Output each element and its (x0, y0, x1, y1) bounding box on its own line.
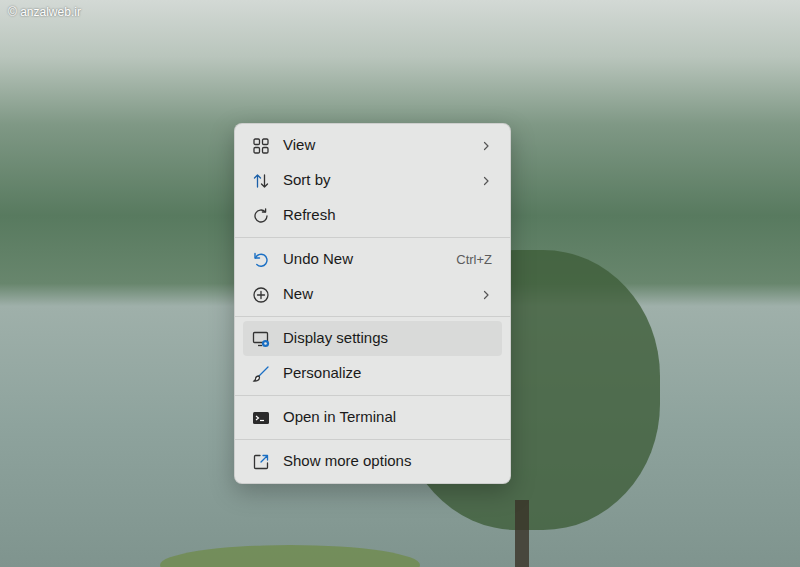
display-gear-icon (252, 330, 270, 348)
undo-icon (252, 251, 270, 269)
menu-item-label: Personalize (283, 362, 492, 385)
refresh-icon (252, 207, 270, 225)
brush-icon (252, 365, 270, 383)
menu-item-label: Refresh (283, 204, 492, 227)
menu-item[interactable]: Personalize (243, 356, 502, 391)
menu-item[interactable]: Refresh (243, 198, 502, 233)
menu-item[interactable]: View (243, 128, 502, 163)
menu-item-label: New (283, 283, 480, 306)
view-icon (252, 137, 270, 155)
menu-item-label: Open in Terminal (283, 406, 492, 429)
menu-separator (235, 237, 510, 238)
sort-icon (252, 172, 270, 190)
menu-item-label: Sort by (283, 169, 480, 192)
menu-separator (235, 439, 510, 440)
terminal-icon (252, 409, 270, 427)
menu-separator (235, 395, 510, 396)
new-icon (252, 286, 270, 304)
context-menu: View Sort by Refresh Undo NewCtrl+Z New Displ… (234, 123, 511, 484)
open-external-icon (252, 453, 270, 471)
chevron-right-icon (480, 175, 492, 187)
menu-item[interactable]: Sort by (243, 163, 502, 198)
menu-item[interactable]: New (243, 277, 502, 312)
chevron-right-icon (480, 289, 492, 301)
menu-item-label: Display settings (283, 327, 492, 350)
menu-item-label: Show more options (283, 450, 492, 473)
menu-item[interactable]: Open in Terminal (243, 400, 502, 435)
menu-item-label: View (283, 134, 480, 157)
menu-item[interactable]: Display settings (243, 321, 502, 356)
watermark: © anzalweb.ir (8, 3, 81, 21)
menu-item-label: Undo New (283, 248, 456, 271)
shortcut-hint: Ctrl+Z (456, 250, 492, 270)
wallpaper-shore (160, 545, 420, 567)
wallpaper-tree-trunk (515, 500, 529, 567)
desktop: © anzalweb.ir View Sort by Refresh Undo New… (0, 0, 800, 567)
menu-separator (235, 316, 510, 317)
chevron-right-icon (480, 140, 492, 152)
menu-item[interactable]: Undo NewCtrl+Z (243, 242, 502, 277)
menu-item[interactable]: Show more options (243, 444, 502, 479)
